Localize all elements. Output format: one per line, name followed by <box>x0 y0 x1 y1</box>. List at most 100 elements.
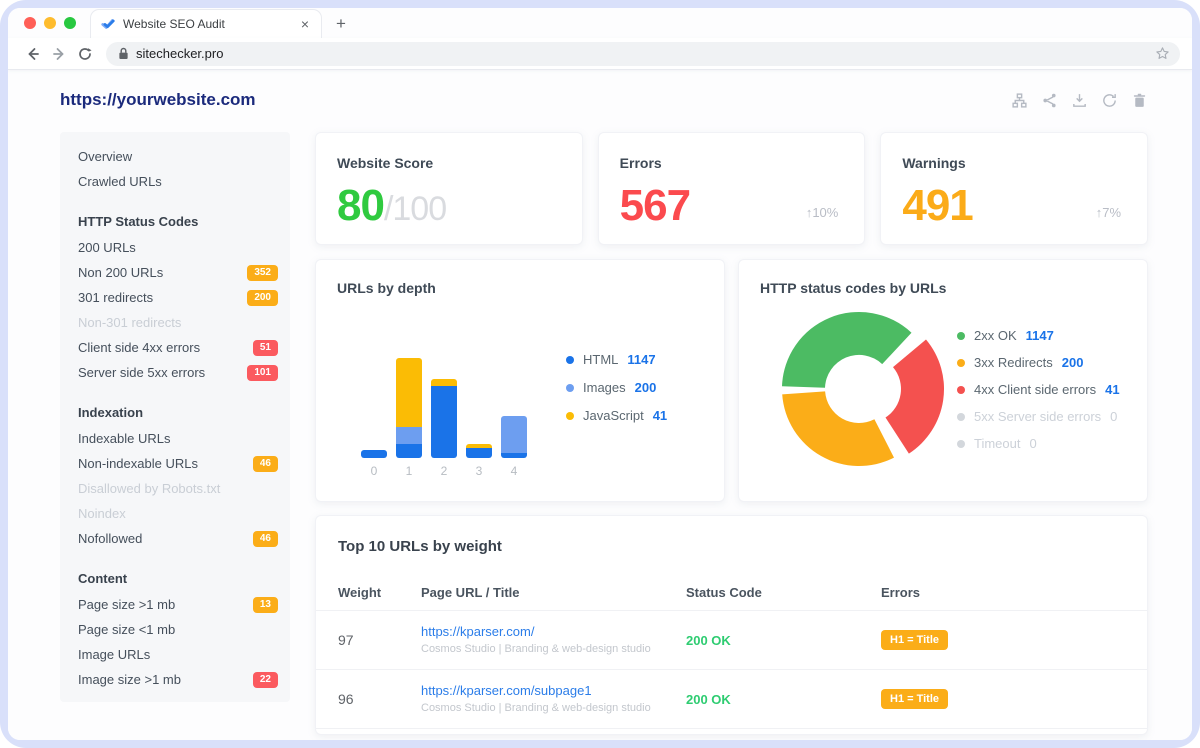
column-header-weight: Weight <box>338 585 421 600</box>
legend-dot <box>957 359 965 367</box>
sidebar-group: ContentPage size >1 mb13Page size <1 mbI… <box>78 566 278 692</box>
donut-chart <box>777 304 949 474</box>
address-bar[interactable]: sitechecker.pro <box>106 42 1180 66</box>
bar-plot <box>361 354 527 458</box>
top-urls-table-card: Top 10 URLs by weight Weight Page URL / … <box>315 515 1148 735</box>
row-weight: 96 <box>338 691 421 707</box>
url-text: sitechecker.pro <box>136 46 223 61</box>
x-tick-label: 4 <box>501 464 527 478</box>
error-tag-badge: H1 = Title <box>881 689 948 709</box>
sidebar-group: HTTP Status Codes200 URLsNon 200 URLs352… <box>78 209 278 385</box>
sidebar-item-label: Indexable URLs <box>78 426 171 451</box>
error-tag-badge: H1 = Title <box>881 630 948 650</box>
urls-by-depth-card: URLs by depth 01234 HTML1147Images200Jav… <box>315 259 725 502</box>
sidebar-item-overview[interactable]: Overview <box>78 144 278 169</box>
bar-segment-html <box>431 386 457 458</box>
minimize-window-button[interactable] <box>44 17 56 29</box>
sidebar-item-label: Image URLs <box>78 642 150 667</box>
sitemap-icon[interactable] <box>1011 92 1028 109</box>
legend-dot <box>957 386 965 394</box>
tab-strip: Website SEO Audit × + <box>8 8 1192 38</box>
refresh-icon[interactable] <box>1101 92 1118 109</box>
bar-depth-4 <box>501 416 527 458</box>
sidebar-item-server-side-5xx-errors[interactable]: Server side 5xx errors101 <box>78 360 278 385</box>
bookmark-star-icon[interactable] <box>1155 46 1170 61</box>
audited-site-url: https://yourwebsite.com <box>60 90 256 110</box>
legend-label: 2xx OK <box>974 328 1017 343</box>
count-badge: 200 <box>247 290 278 306</box>
report-sidebar: OverviewCrawled URLsHTTP Status Codes200… <box>60 132 290 702</box>
legend-dot <box>957 332 965 340</box>
lock-icon <box>118 47 129 60</box>
donut-svg <box>777 304 949 474</box>
back-button[interactable] <box>20 41 46 67</box>
close-window-button[interactable] <box>24 17 36 29</box>
page-content: https://yourwebsite.com <box>8 70 1192 740</box>
browser-tab[interactable]: Website SEO Audit × <box>90 9 322 38</box>
legend-label: Images <box>583 380 626 395</box>
legend-value: 200 <box>635 380 657 395</box>
score-denominator: /100 <box>384 190 446 228</box>
sidebar-section-header: Content <box>78 566 278 592</box>
count-badge: 51 <box>253 340 278 356</box>
sidebar-item-page-size-1-mb[interactable]: Page size <1 mb <box>78 617 278 642</box>
legend-label: 4xx Client side errors <box>974 382 1096 397</box>
window-controls <box>8 8 90 38</box>
bar-segment-images <box>396 427 422 444</box>
column-header-status: Status Code <box>686 585 881 600</box>
sidebar-item-client-side-4xx-errors[interactable]: Client side 4xx errors51 <box>78 335 278 360</box>
screenshot-frame: Website SEO Audit × + sitechecker.pro <box>0 0 1200 748</box>
sidebar-item-label: Non 200 URLs <box>78 260 163 285</box>
bar-depth-0 <box>361 450 387 458</box>
sidebar-item-301-redirects[interactable]: 301 redirects200 <box>78 285 278 310</box>
tab-close-icon[interactable]: × <box>299 17 311 31</box>
table-row: 97https://kparser.com/Cosmos Studio | Br… <box>316 611 1147 670</box>
column-header-errors: Errors <box>881 585 1125 600</box>
download-icon[interactable] <box>1071 92 1088 109</box>
status-codes-card: HTTP status codes by URLs 2xx OK11473xx … <box>738 259 1148 502</box>
sidebar-item-indexable-urls[interactable]: Indexable URLs <box>78 426 278 451</box>
sidebar-item-crawled-urls[interactable]: Crawled URLs <box>78 169 278 194</box>
sidebar-item-label: Page size >1 mb <box>78 592 175 617</box>
legend-item-2xx-ok: 2xx OK1147 <box>957 328 1120 343</box>
bar-axis-labels: 01234 <box>361 464 527 478</box>
sidebar-item-non-indexable-urls[interactable]: Non-indexable URLs46 <box>78 451 278 476</box>
x-tick-label: 2 <box>431 464 457 478</box>
bar-segment-javascript <box>396 358 422 427</box>
sidebar-item-200-urls[interactable]: 200 URLs <box>78 235 278 260</box>
table-header: Weight Page URL / Title Status Code Erro… <box>316 575 1147 611</box>
sidebar-section-header: HTTP Status Codes <box>78 209 278 235</box>
row-status-code: 200 OK <box>686 633 881 648</box>
bar-chart-legend: HTML1147Images200JavaScript41 <box>566 352 667 423</box>
donut-slice-2xx-ok <box>782 312 912 388</box>
sidebar-item-non-200-urls[interactable]: Non 200 URLs352 <box>78 260 278 285</box>
page-url-link[interactable]: https://kparser.com/subpage1 <box>421 683 686 698</box>
sidebar-item-image-size-1-mb[interactable]: Image size >1 mb22 <box>78 667 278 692</box>
sidebar-item-label: Nofollowed <box>78 526 142 551</box>
share-icon[interactable] <box>1041 92 1058 109</box>
sidebar-item-image-urls[interactable]: Image URLs <box>78 642 278 667</box>
legend-label: JavaScript <box>583 408 644 423</box>
new-tab-button[interactable]: + <box>336 14 346 38</box>
bar-segment-html <box>501 453 527 458</box>
page-title-subtitle: Cosmos Studio | Branding & web-design st… <box>421 702 651 714</box>
browser-toolbar: sitechecker.pro <box>8 38 1192 70</box>
sidebar-item-page-size-1-mb[interactable]: Page size >1 mb13 <box>78 592 278 617</box>
bar-segment-html <box>361 450 387 458</box>
delete-icon[interactable] <box>1131 92 1148 109</box>
page-header: https://yourwebsite.com <box>60 90 1148 110</box>
legend-label: Timeout <box>974 436 1020 451</box>
sidebar-item-label: Overview <box>78 144 132 169</box>
reload-button[interactable] <box>72 41 98 67</box>
sidebar-item-nofollowed[interactable]: Nofollowed46 <box>78 526 278 551</box>
maximize-window-button[interactable] <box>64 17 76 29</box>
forward-button[interactable] <box>46 41 72 67</box>
row-errors-cell: H1 = Title <box>881 630 1125 650</box>
legend-value: 1147 <box>627 352 655 367</box>
warnings-value: 491 <box>902 181 1123 231</box>
sidebar-item-label: Non-indexable URLs <box>78 451 198 476</box>
legend-dot <box>957 413 965 421</box>
page-url-link[interactable]: https://kparser.com/ <box>421 624 686 639</box>
bar-depth-1 <box>396 358 422 458</box>
legend-dot <box>566 412 574 420</box>
